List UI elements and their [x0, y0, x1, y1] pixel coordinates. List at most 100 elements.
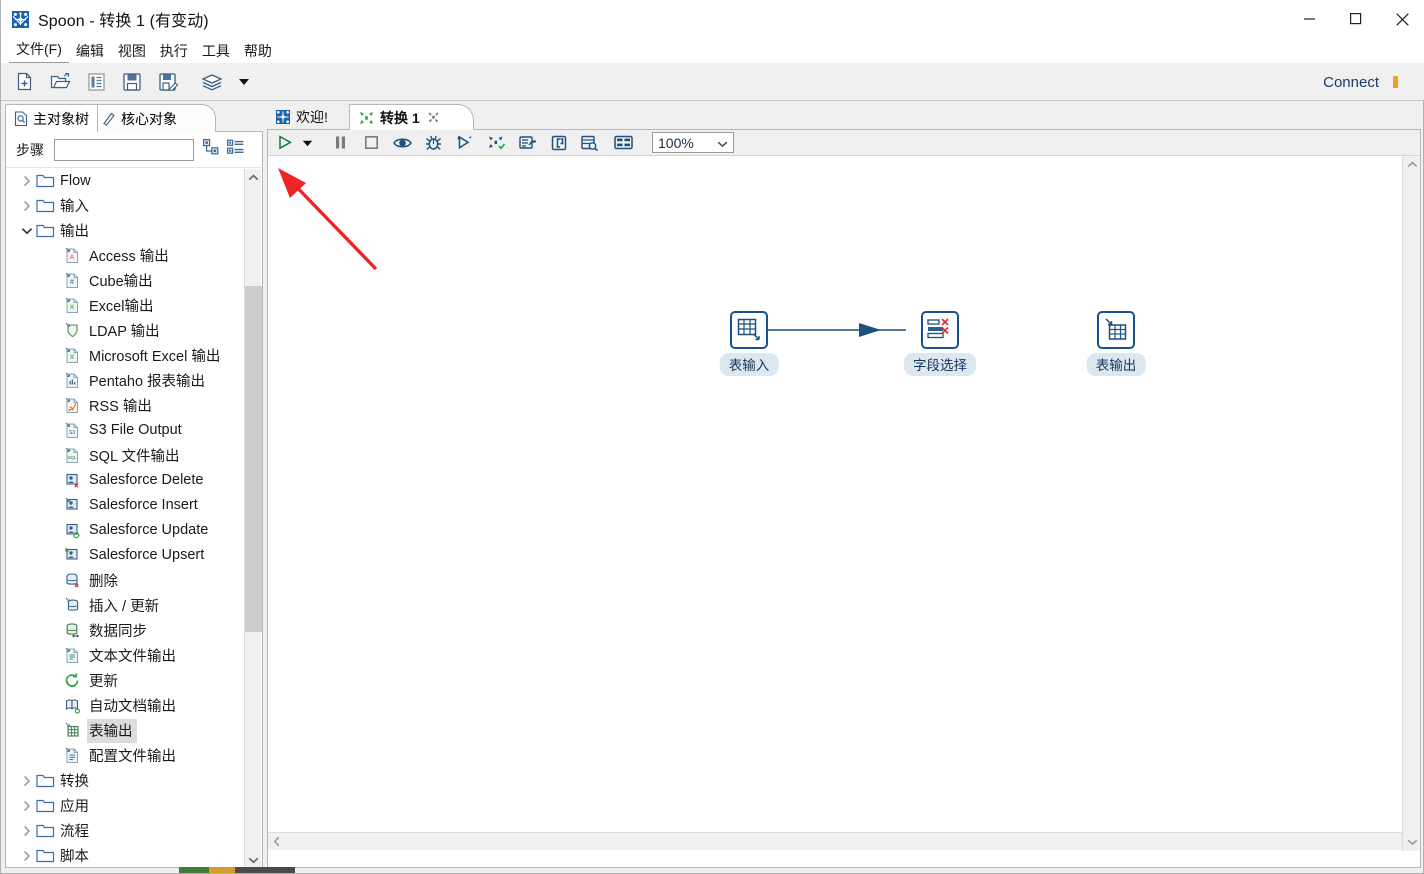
- tree-item-Cube输出[interactable]: # Cube输出: [6, 268, 244, 293]
- chevron-down-icon[interactable]: [1403, 833, 1421, 851]
- tree-item-Access-输出[interactable]: A Access 输出: [6, 243, 244, 268]
- tree-item-Salesforce-Update[interactable]: Salesforce Update: [6, 518, 244, 543]
- connect-label[interactable]: Connect: [1323, 74, 1379, 91]
- chevron-left-icon[interactable]: [268, 833, 286, 851]
- close-tab-icon[interactable]: [428, 110, 439, 126]
- pause-icon[interactable]: [329, 132, 351, 154]
- menu-item-help[interactable]: 帮助: [237, 39, 279, 63]
- menu-item-file[interactable]: 文件(F): [9, 37, 69, 64]
- tree-folder-输出[interactable]: 输出: [6, 218, 244, 243]
- tree-item-插入-/-更新[interactable]: 插入 / 更新: [6, 593, 244, 618]
- menu-item-edit[interactable]: 编辑: [69, 39, 111, 63]
- tab-welcome-label: 欢迎!: [296, 109, 328, 125]
- folder-icon: [36, 223, 60, 238]
- tree-item-SQL-文件输出[interactable]: SQL SQL 文件输出: [6, 443, 244, 468]
- tree-item-RSS-输出[interactable]: RSS 输出: [6, 393, 244, 418]
- expand-nodes-icon[interactable]: [203, 139, 219, 160]
- database-explore-icon[interactable]: [579, 132, 601, 154]
- chevron-right-icon[interactable]: [18, 775, 36, 787]
- search-input[interactable]: [54, 138, 194, 161]
- floppy-save-icon[interactable]: [119, 69, 145, 95]
- tree-item-Excel输出[interactable]: X Excel输出: [6, 293, 244, 318]
- title-bar: Spoon - 转换 1 (有变动): [1, 0, 1424, 38]
- svg-text:#: #: [70, 279, 74, 286]
- tree-item-文本文件输出[interactable]: 文本文件输出: [6, 643, 244, 668]
- tree-folder-应用[interactable]: 应用: [6, 793, 244, 818]
- tree-folder-输入[interactable]: 输入: [6, 193, 244, 218]
- save-as-pencil-icon[interactable]: [155, 69, 181, 95]
- canvas-vertical-scrollbar[interactable]: [1402, 156, 1420, 851]
- chevron-right-icon[interactable]: [18, 200, 36, 212]
- maximize-icon[interactable]: [1333, 0, 1379, 38]
- caret-down-icon[interactable]: [296, 132, 318, 154]
- tree-item-S3-File-Output[interactable]: S3 S3 File Output: [6, 418, 244, 443]
- close-icon[interactable]: [1379, 0, 1424, 38]
- tree-item-label: 数据同步: [89, 623, 147, 640]
- tree-item-表输出[interactable]: 表输出: [6, 718, 244, 743]
- list-panel-icon[interactable]: [83, 69, 109, 95]
- zoom-level-select[interactable]: 100%: [652, 132, 734, 153]
- tab-core-objects[interactable]: 核心对象: [93, 104, 216, 132]
- menu-item-run[interactable]: 执行: [153, 39, 195, 63]
- step-table-output[interactable]: 表输出: [1086, 311, 1146, 376]
- chevron-up-icon[interactable]: [245, 169, 262, 186]
- tree-item-数据同步[interactable]: 数据同步: [6, 618, 244, 643]
- minimize-icon[interactable]: [1287, 0, 1333, 38]
- tree-vertical-scrollbar[interactable]: [244, 169, 262, 868]
- tab-main-object-tree[interactable]: 主对象树: [5, 104, 98, 132]
- chevron-down-icon[interactable]: [18, 227, 36, 235]
- menu-item-tools[interactable]: 工具: [195, 39, 237, 63]
- impact-analysis-icon[interactable]: [517, 132, 539, 154]
- tree-item-Microsoft-Excel-输出[interactable]: X Microsoft Excel 输出: [6, 343, 244, 368]
- menu-item-view[interactable]: 视图: [111, 39, 153, 63]
- chevron-up-icon[interactable]: [1403, 156, 1421, 174]
- tree-folder-脚本[interactable]: 脚本: [6, 843, 244, 866]
- step-table-input[interactable]: 表输入: [719, 311, 779, 376]
- stop-square-icon[interactable]: [360, 132, 382, 154]
- tab-transformation-1-label: 转换 1: [380, 109, 420, 126]
- canvas-horizontal-scrollbar[interactable]: [268, 832, 1420, 850]
- left-tree-panel: 主对象树 核心对象 步骤 Flow 输入 输出 A Access 输出 # Cu…: [5, 104, 263, 868]
- pentaho-report-icon: [64, 372, 87, 389]
- tree-item-自动文档输出[interactable]: 自动文档输出: [6, 693, 244, 718]
- transformation-canvas[interactable]: 表输入 字段选择 表输出: [268, 156, 1420, 850]
- s3-file-output-icon: S3: [64, 422, 87, 439]
- bug-debug-icon[interactable]: [422, 132, 444, 154]
- chevron-right-icon[interactable]: [18, 825, 36, 837]
- tab-welcome[interactable]: 欢迎!: [267, 104, 337, 130]
- step-select-values[interactable]: 字段选择: [904, 311, 976, 376]
- tree-item-LDAP-输出[interactable]: LDAP 输出: [6, 318, 244, 343]
- tree-folder-流程[interactable]: 流程: [6, 818, 244, 843]
- tree-item-配置文件输出[interactable]: 配置文件输出: [6, 743, 244, 768]
- collapse-list-icon[interactable]: [227, 139, 244, 160]
- tree-item-删除[interactable]: 删除: [6, 568, 244, 593]
- tree-item-Pentaho-报表输出[interactable]: Pentaho 报表输出: [6, 368, 244, 393]
- caret-down-icon[interactable]: [231, 69, 257, 95]
- folder-icon: [36, 823, 60, 838]
- tab-transformation-1[interactable]: 转换 1: [349, 104, 474, 130]
- new-document-icon[interactable]: [11, 69, 37, 95]
- tree-item-更新[interactable]: 更新: [6, 668, 244, 693]
- zoom-level-value: 100%: [658, 134, 694, 151]
- eye-preview-icon[interactable]: [391, 132, 413, 154]
- chevron-right-icon[interactable]: [18, 850, 36, 862]
- chevron-right-icon[interactable]: [18, 175, 36, 187]
- generate-sql-icon[interactable]: [548, 132, 570, 154]
- transformation-icon: [359, 111, 374, 125]
- verify-transformation-icon[interactable]: [486, 132, 508, 154]
- play-run-icon[interactable]: [274, 132, 296, 154]
- step-search-row: 步骤: [6, 132, 262, 168]
- tree-folder-转换[interactable]: 转换: [6, 768, 244, 793]
- tree-folder-Flow[interactable]: Flow: [6, 168, 244, 193]
- chevron-right-icon[interactable]: [18, 800, 36, 812]
- folder-icon: [36, 848, 60, 863]
- replay-play-icon[interactable]: [453, 132, 475, 154]
- tree-scrollbar-thumb[interactable]: [245, 286, 262, 632]
- tree-item-Salesforce-Insert[interactable]: Salesforce Insert: [6, 493, 244, 518]
- layers-stack-icon[interactable]: [199, 69, 225, 95]
- tree-item-Salesforce-Upsert[interactable]: Salesforce Upsert: [6, 543, 244, 568]
- tree-item-Salesforce-Delete[interactable]: Salesforce Delete: [6, 468, 244, 493]
- open-folder-icon[interactable]: [47, 69, 73, 95]
- chevron-down-icon[interactable]: [245, 851, 262, 868]
- grid-layout-icon[interactable]: [612, 132, 634, 154]
